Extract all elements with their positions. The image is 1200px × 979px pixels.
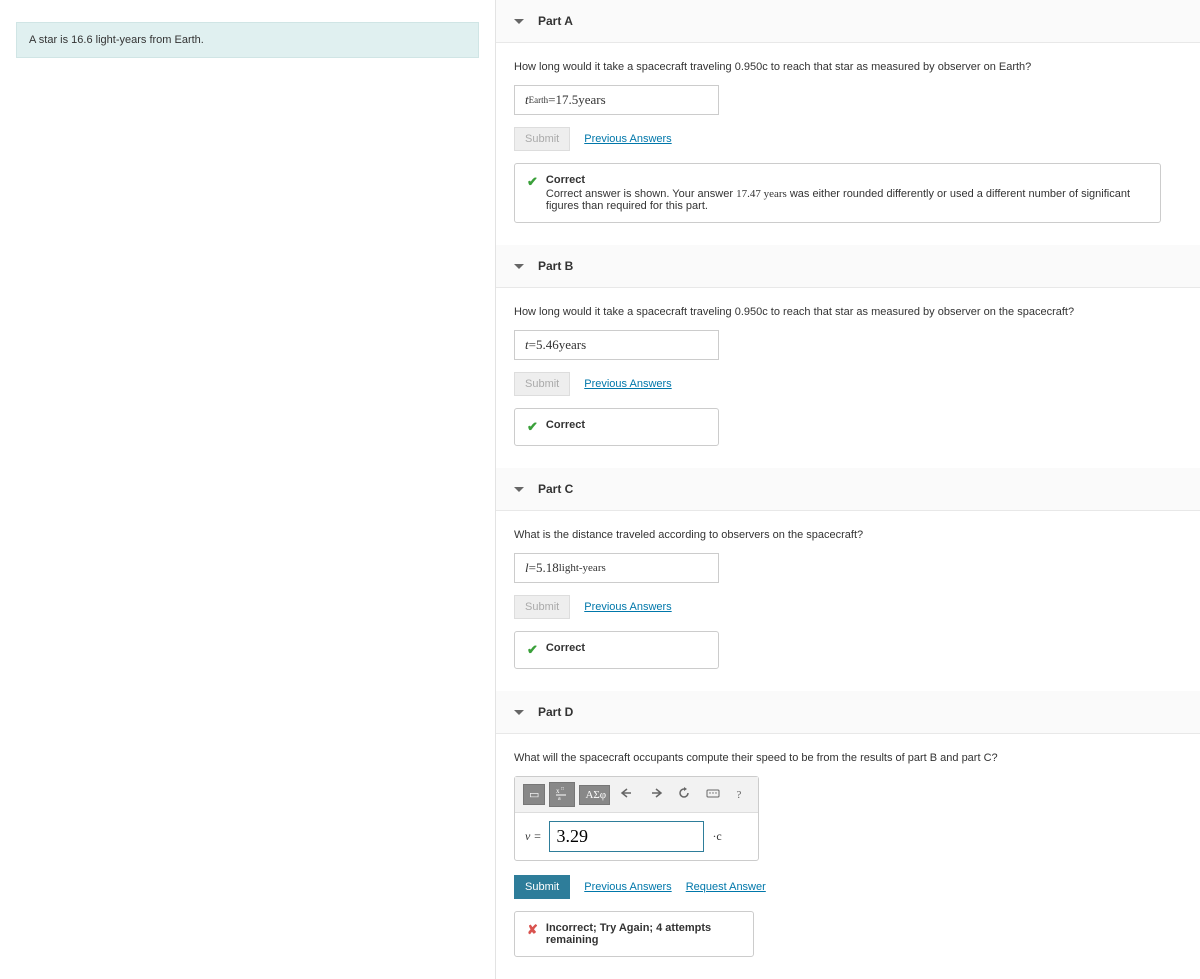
redo-icon[interactable]	[643, 783, 667, 806]
feedback-title: Correct	[546, 419, 585, 431]
part-c-answer: l = 5.18 light-years	[514, 553, 719, 583]
part-d: Part D What will the spacecraft occupant…	[496, 691, 1200, 957]
chevron-down-icon	[514, 710, 524, 715]
answer-value: 17.5	[555, 92, 578, 108]
feedback-correct: ✔ Correct	[514, 408, 719, 446]
part-b-header[interactable]: Part B	[496, 245, 1200, 288]
submit-button: Submit	[514, 372, 570, 396]
submit-button: Submit	[514, 595, 570, 619]
previous-answers-link[interactable]: Previous Answers	[584, 881, 671, 893]
undo-icon[interactable]	[614, 783, 638, 806]
greek-tool-icon[interactable]: ΑΣφ	[579, 785, 610, 805]
answer-equals: =	[529, 337, 536, 353]
cross-icon: ✘	[527, 922, 538, 938]
answer-value: 5.46	[536, 337, 559, 353]
editor-toolbar: ▭ x□a ΑΣφ	[515, 777, 758, 813]
previous-answers-link[interactable]: Previous Answers	[584, 601, 671, 613]
check-icon: ✔	[527, 642, 538, 658]
chevron-down-icon	[514, 264, 524, 269]
part-b-title: Part B	[538, 259, 573, 273]
chevron-down-icon	[514, 487, 524, 492]
answer-unit: years	[578, 92, 605, 108]
part-a: Part A How long would it take a spacecra…	[496, 0, 1200, 223]
feedback-title: Incorrect; Try Again; 4 attempts remaini…	[546, 922, 741, 946]
part-c: Part C What is the distance traveled acc…	[496, 468, 1200, 669]
svg-text:a: a	[558, 796, 561, 800]
part-a-title: Part A	[538, 14, 573, 28]
feedback-title: Correct	[546, 174, 1148, 186]
part-b-answer: t = 5.46 years	[514, 330, 719, 360]
answer-unit: light-years	[559, 562, 606, 574]
svg-text:□: □	[561, 787, 564, 792]
feedback-body: Correct answer is shown. Your answer 17.…	[546, 188, 1148, 212]
part-c-title: Part C	[538, 482, 573, 496]
equation-editor: ▭ x□a ΑΣφ	[514, 776, 759, 861]
part-c-header[interactable]: Part C	[496, 468, 1200, 511]
svg-text:x: x	[556, 787, 560, 795]
feedback-incorrect: ✘ Incorrect; Try Again; 4 attempts remai…	[514, 911, 754, 957]
answer-value: 5.18	[536, 560, 559, 576]
keyboard-icon[interactable]	[700, 783, 724, 806]
feedback-correct: ✔ Correct Correct answer is shown. Your …	[514, 163, 1161, 223]
feedback-title: Correct	[546, 642, 585, 654]
feedback-correct: ✔ Correct	[514, 631, 719, 669]
reset-icon[interactable]	[671, 783, 695, 806]
part-a-answer: tEarth = 17.5 years	[514, 85, 719, 115]
part-d-title: Part D	[538, 705, 573, 719]
answer-equals: =	[529, 560, 536, 576]
part-a-question: How long would it take a spacecraft trav…	[514, 61, 1182, 73]
part-c-question: What is the distance traveled according …	[514, 529, 1182, 541]
part-b: Part B How long would it take a spacecra…	[496, 245, 1200, 446]
previous-answers-link[interactable]: Previous Answers	[584, 133, 671, 145]
request-answer-link[interactable]: Request Answer	[686, 881, 766, 893]
part-d-header[interactable]: Part D	[496, 691, 1200, 734]
chevron-down-icon	[514, 19, 524, 24]
part-a-header[interactable]: Part A	[496, 0, 1200, 43]
answer-input[interactable]	[549, 821, 704, 852]
part-d-question: What will the spacecraft occupants compu…	[514, 752, 1182, 764]
answer-equals: =	[548, 92, 555, 108]
fraction-tool-icon[interactable]: x□a	[549, 782, 575, 807]
variable-label: v =	[525, 829, 541, 844]
help-icon[interactable]: ?	[728, 786, 750, 804]
submit-button[interactable]: Submit	[514, 875, 570, 899]
check-icon: ✔	[527, 419, 538, 435]
problem-statement: A star is 16.6 light-years from Earth.	[16, 22, 479, 58]
answer-subscript: Earth	[529, 95, 549, 105]
answer-unit: years	[559, 337, 586, 353]
unit-label: ·c	[712, 829, 721, 844]
part-b-question: How long would it take a spacecraft trav…	[514, 306, 1182, 318]
check-icon: ✔	[527, 174, 538, 190]
previous-answers-link[interactable]: Previous Answers	[584, 378, 671, 390]
rectangle-tool-icon[interactable]: ▭	[523, 784, 545, 805]
submit-button: Submit	[514, 127, 570, 151]
